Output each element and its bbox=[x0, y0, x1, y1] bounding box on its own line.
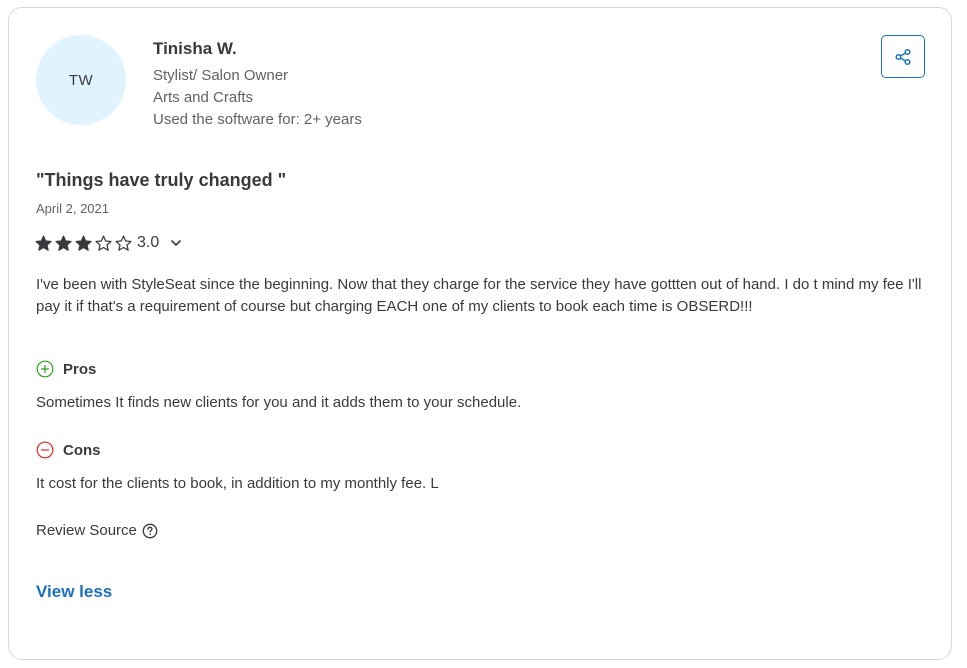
star-filled-icon bbox=[55, 235, 72, 251]
review-body: I've been with StyleSeat since the begin… bbox=[36, 276, 922, 315]
avatar-initials: TW bbox=[68, 71, 94, 89]
star-empty-icon bbox=[115, 235, 132, 251]
help-circle-icon[interactable] bbox=[142, 523, 158, 539]
cons-label: Cons bbox=[63, 441, 101, 459]
stars bbox=[35, 235, 135, 252]
star-rating: 3.0 bbox=[35, 232, 183, 254]
pros-label: Pros bbox=[63, 360, 97, 378]
star-empty-icon bbox=[95, 235, 112, 251]
reviewer-name: Tinisha W. bbox=[153, 39, 237, 58]
reviewer-role: Stylist/ Salon Owner bbox=[153, 67, 289, 84]
view-less-link[interactable]: View less bbox=[36, 582, 112, 602]
cons-heading: Cons bbox=[36, 441, 101, 459]
chevron-down-icon[interactable] bbox=[169, 236, 183, 250]
cons-text: It cost for the clients to book, in addi… bbox=[36, 475, 439, 492]
reviewer-usage: Used the software for: 2+ years bbox=[153, 111, 362, 128]
pros-heading: Pros bbox=[36, 360, 96, 378]
minus-circle-icon bbox=[36, 441, 54, 459]
review-source-label: Review Source bbox=[36, 522, 137, 539]
review-source: Review Source bbox=[36, 522, 158, 539]
plus-circle-icon bbox=[36, 360, 54, 378]
review-title: "Things have truly changed " bbox=[36, 170, 287, 190]
rating-value: 3.0 bbox=[137, 234, 160, 251]
reviewer-info: Tinisha W. Stylist/ Salon Owner Arts and… bbox=[153, 38, 362, 131]
star-filled-icon bbox=[35, 235, 52, 251]
review-date: April 2, 2021 bbox=[36, 201, 109, 216]
share-button[interactable] bbox=[881, 35, 925, 78]
avatar: TW bbox=[36, 35, 126, 125]
share-icon bbox=[895, 48, 911, 65]
review-card: TW Tinisha W. Stylist/ Salon Owner Arts … bbox=[8, 7, 952, 660]
pros-text: Sometimes It finds new clients for you a… bbox=[36, 394, 522, 411]
reviewer-industry: Arts and Crafts bbox=[153, 89, 254, 106]
star-filled-icon bbox=[75, 235, 92, 251]
